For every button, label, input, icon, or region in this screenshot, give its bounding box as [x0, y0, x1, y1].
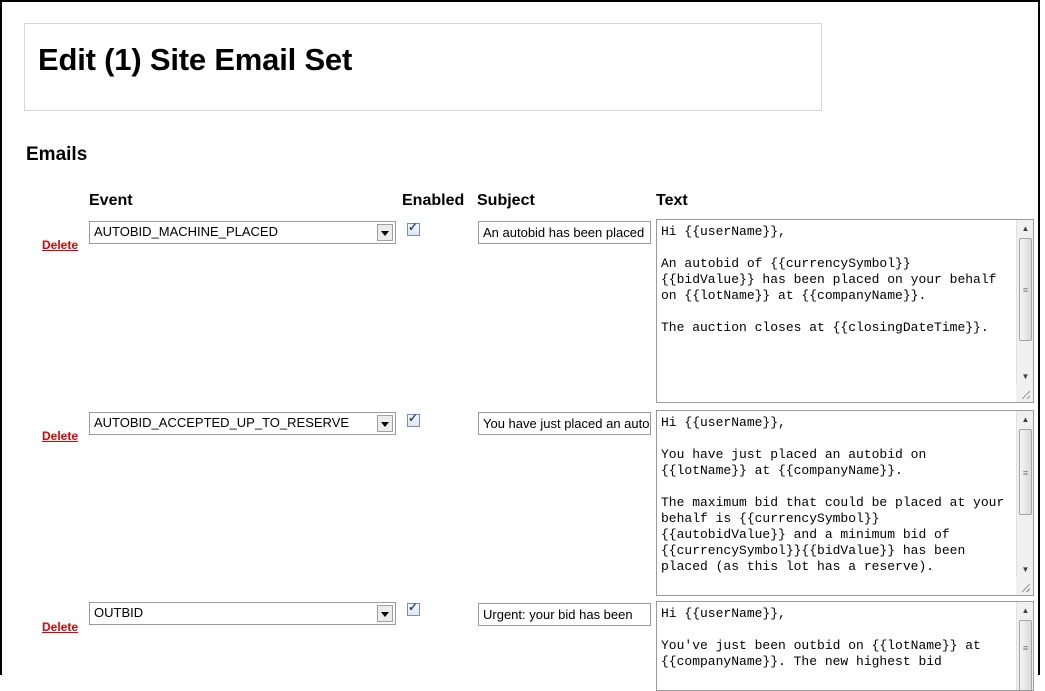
- scrollbar-thumb[interactable]: ≡: [1019, 238, 1032, 341]
- text-area[interactable]: Hi {{userName}}, An autobid of {{currenc…: [656, 219, 1034, 403]
- subject-input[interactable]: An autobid has been placed: [478, 221, 651, 244]
- page-frame: Edit (1) Site Email Set Emails Event Ena…: [0, 0, 1040, 691]
- enabled-checkbox[interactable]: ✓: [407, 600, 420, 616]
- column-header-text: Text: [656, 192, 688, 209]
- event-select[interactable]: AUTOBID_MACHINE_PLACED: [89, 221, 396, 244]
- scrollbar-thumb[interactable]: ≡: [1019, 429, 1032, 515]
- scrollbar-thumb[interactable]: ≡: [1019, 620, 1032, 690]
- checkmark-icon: ✓: [408, 600, 419, 614]
- scroll-up-icon[interactable]: ▲: [1017, 602, 1033, 619]
- event-select-value: AUTOBID_ACCEPTED_UP_TO_RESERVE: [94, 415, 350, 430]
- dropdown-arrow-icon[interactable]: [377, 224, 393, 241]
- text-area-content: Hi {{userName}}, An autobid of {{currenc…: [661, 224, 997, 335]
- delete-link[interactable]: Delete: [42, 238, 78, 252]
- delete-link[interactable]: Delete: [42, 620, 78, 634]
- column-header-subject: Subject: [477, 192, 535, 209]
- scrollbar[interactable]: ▲ ≡ ▼: [1016, 220, 1033, 402]
- dropdown-arrow-icon[interactable]: [377, 415, 393, 432]
- resize-grip-icon[interactable]: [1016, 385, 1033, 402]
- text-area[interactable]: Hi {{userName}}, You've just been outbid…: [656, 601, 1034, 691]
- scrollbar[interactable]: ▲ ≡ ▼: [1016, 411, 1033, 595]
- checkmark-icon: ✓: [408, 220, 419, 234]
- delete-link[interactable]: Delete: [42, 429, 78, 443]
- scroll-up-icon[interactable]: ▲: [1017, 411, 1033, 428]
- text-area-content: Hi {{userName}}, You've just been outbid…: [661, 606, 981, 669]
- event-select[interactable]: AUTOBID_ACCEPTED_UP_TO_RESERVE: [89, 412, 396, 435]
- dropdown-arrow-icon[interactable]: [377, 605, 393, 622]
- column-header-event: Event: [89, 192, 133, 209]
- page-title: Edit (1) Site Email Set: [38, 42, 353, 77]
- scrollbar[interactable]: ▲ ≡: [1016, 602, 1033, 690]
- section-title: Emails: [26, 144, 88, 165]
- enabled-checkbox[interactable]: ✓: [407, 411, 420, 427]
- text-area[interactable]: Hi {{userName}}, You have just placed an…: [656, 410, 1034, 596]
- page-header: Edit (1) Site Email Set: [24, 23, 822, 111]
- enabled-checkbox[interactable]: ✓: [407, 220, 420, 236]
- event-select[interactable]: OUTBID: [89, 602, 396, 625]
- event-select-value: OUTBID: [94, 605, 144, 620]
- resize-grip-icon[interactable]: [1016, 578, 1033, 595]
- column-header-enabled: Enabled: [402, 192, 465, 209]
- subject-input[interactable]: Urgent: your bid has been: [478, 603, 651, 626]
- scroll-down-icon[interactable]: ▼: [1017, 368, 1033, 385]
- text-area-content: Hi {{userName}}, You have just placed an…: [661, 415, 1005, 574]
- checkmark-icon: ✓: [408, 411, 419, 425]
- scroll-down-icon[interactable]: ▼: [1017, 561, 1033, 578]
- scroll-up-icon[interactable]: ▲: [1017, 220, 1033, 237]
- subject-input[interactable]: You have just placed an autobid: [478, 412, 651, 435]
- event-select-value: AUTOBID_MACHINE_PLACED: [94, 224, 278, 239]
